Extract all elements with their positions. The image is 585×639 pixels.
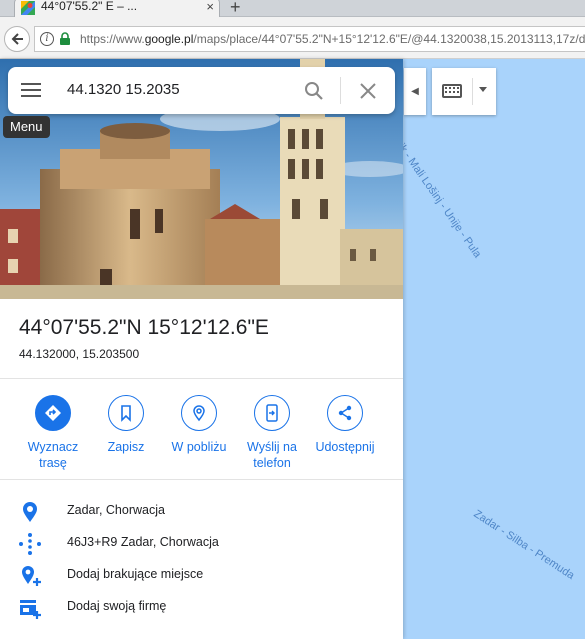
divider bbox=[0, 378, 403, 379]
site-info-icon[interactable]: i bbox=[40, 32, 54, 46]
divider bbox=[340, 77, 341, 104]
menu-tooltip: Menu bbox=[3, 116, 50, 138]
new-tab-button[interactable]: + bbox=[230, 0, 241, 18]
lock-icon bbox=[60, 32, 70, 45]
send-to-phone-circle bbox=[254, 395, 290, 431]
divider bbox=[0, 479, 403, 480]
share-icon bbox=[338, 405, 352, 421]
bookmark-icon bbox=[121, 405, 131, 422]
back-button[interactable] bbox=[4, 26, 30, 52]
search-icon[interactable] bbox=[303, 80, 325, 102]
save-circle bbox=[108, 395, 144, 431]
info-row-text: Dodaj brakujące miejsce bbox=[67, 567, 204, 581]
add-business-icon bbox=[20, 600, 41, 619]
input-tools-button[interactable] bbox=[432, 68, 496, 115]
search-input[interactable]: 44.1320 15.2035 bbox=[67, 81, 180, 98]
info-row-add-place[interactable]: Dodaj brakujące miejsce bbox=[0, 560, 403, 592]
action-label: Wyznacz trasę bbox=[27, 440, 79, 470]
send-to-phone-icon bbox=[266, 404, 278, 422]
chevron-down-icon[interactable] bbox=[479, 87, 487, 92]
directions-icon bbox=[45, 405, 61, 421]
action-label: W pobliżu bbox=[171, 440, 227, 454]
place-panel: 44°07'55.2"N 15°12'12.6"E 44.132000, 15.… bbox=[0, 59, 403, 639]
ferry-route-label: vik - Mali Lošinj - Unije - Pula bbox=[392, 137, 484, 261]
info-row-text: 46J3+R9 Zadar, Chorwacja bbox=[67, 535, 219, 549]
browser-tab-strip: 44°07'55.2" E – ... × + bbox=[0, 0, 585, 17]
action-label: Wyślij na telefon bbox=[247, 440, 297, 470]
caret-left-icon: ◀ bbox=[411, 86, 419, 97]
plus-code-icon bbox=[19, 533, 41, 555]
send-to-phone-button[interactable]: Wyślij na telefon bbox=[234, 395, 310, 471]
nearby-circle bbox=[181, 395, 217, 431]
location-pin-icon bbox=[23, 502, 37, 522]
info-row-address[interactable]: Zadar, Chorwacja bbox=[0, 496, 403, 528]
url-text: https://www.google.pl/maps/place/44°07'5… bbox=[80, 32, 585, 46]
close-icon[interactable] bbox=[357, 80, 379, 102]
info-row-add-business[interactable]: Dodaj swoją firmę bbox=[0, 592, 403, 624]
action-label: Zapisz bbox=[107, 440, 145, 454]
directions-button[interactable]: Wyznacz trasę bbox=[15, 395, 91, 471]
keyboard-icon bbox=[442, 84, 462, 98]
url-field[interactable]: i https://www.google.pl/maps/place/44°07… bbox=[34, 26, 585, 52]
hamburger-menu-icon[interactable] bbox=[21, 83, 41, 97]
address-bar-area: i https://www.google.pl/maps/place/44°07… bbox=[0, 17, 585, 59]
share-button[interactable]: Udostępnij bbox=[307, 395, 383, 455]
divider bbox=[472, 78, 473, 105]
decimal-coordinates: 44.132000, 15.203500 bbox=[19, 347, 140, 361]
nearby-button[interactable]: W pobliżu bbox=[161, 395, 237, 455]
search-box: 44.1320 15.2035 bbox=[8, 67, 395, 114]
google-maps-favicon-icon bbox=[21, 1, 35, 15]
tab-close-icon[interactable]: × bbox=[206, 0, 214, 14]
directions-circle bbox=[35, 395, 71, 431]
ferry-route-label: Zadar - Silba - Premuda bbox=[471, 508, 577, 582]
info-row-text: Dodaj swoją firmę bbox=[67, 599, 167, 613]
info-row-plus-code[interactable]: 46J3+R9 Zadar, Chorwacja bbox=[0, 528, 403, 560]
share-circle bbox=[327, 395, 363, 431]
tab-title: 44°07'55.2" E – ... bbox=[41, 0, 138, 13]
save-button[interactable]: Zapisz bbox=[88, 395, 164, 455]
action-label: Udostępnij bbox=[315, 440, 375, 454]
info-row-text: Zadar, Chorwacja bbox=[67, 503, 165, 517]
collapse-panel-button[interactable]: ◀ bbox=[404, 68, 426, 115]
back-arrow-icon bbox=[11, 33, 23, 45]
place-title: 44°07'55.2"N 15°12'12.6"E bbox=[19, 316, 269, 339]
browser-tab[interactable]: 44°07'55.2" E – ... × bbox=[14, 0, 220, 17]
add-place-icon bbox=[22, 566, 41, 586]
nearby-icon bbox=[193, 405, 205, 422]
